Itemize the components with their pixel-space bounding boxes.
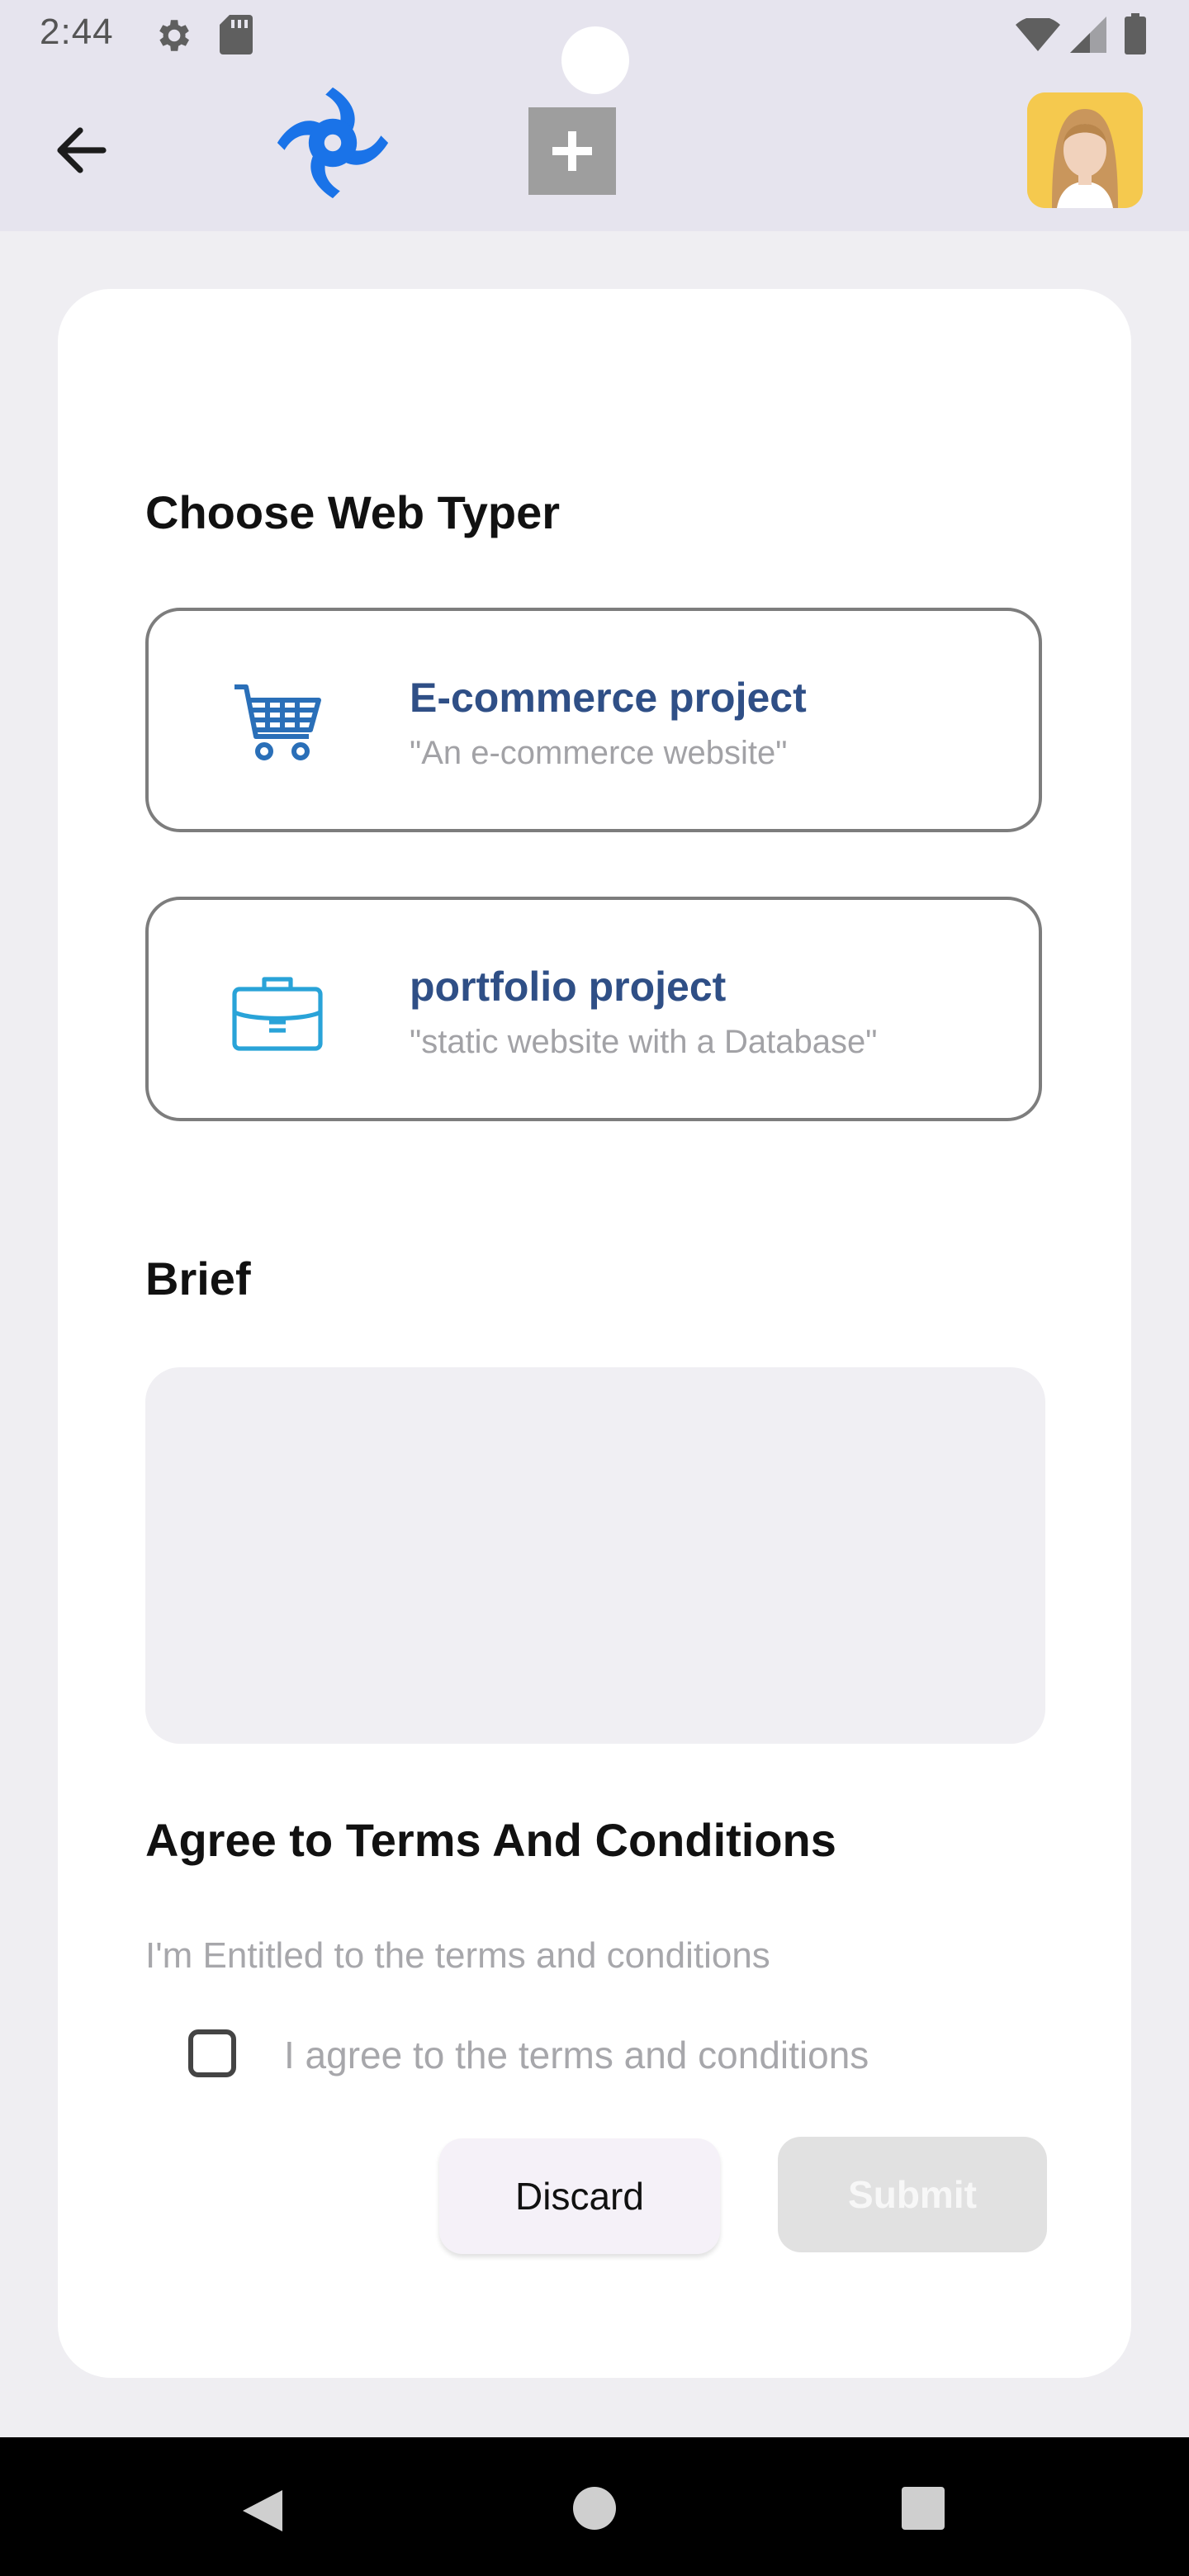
camera-cutout [561, 26, 629, 94]
avatar[interactable] [1027, 92, 1143, 208]
arrow-left-icon [57, 127, 107, 173]
system-nav-bar [0, 2437, 1189, 2576]
back-button[interactable] [46, 116, 116, 185]
status-time: 2:44 [40, 12, 114, 52]
top-header: 2:44 [0, 0, 1189, 231]
option-portfolio-title: portfolio project [410, 964, 727, 1010]
shopping-cart-icon [234, 684, 321, 760]
nav-back-icon[interactable] [239, 2487, 286, 2535]
wifi-icon [1016, 18, 1060, 51]
option-portfolio-subtitle: "static website with a Database" [410, 1024, 878, 1060]
submit-button[interactable]: Submit [778, 2137, 1047, 2252]
terms-checkbox-label[interactable]: I agree to the terms and conditions [284, 2033, 869, 2077]
option-ecommerce-subtitle: "An e-commerce website" [410, 735, 788, 771]
battery-icon [1125, 13, 1146, 54]
discard-button[interactable]: Discard [439, 2138, 720, 2254]
add-button[interactable] [528, 107, 616, 195]
option-portfolio[interactable]: portfolio project "static website with a… [145, 897, 1042, 1121]
option-ecommerce[interactable]: E-commerce project "An e-commerce websit… [145, 608, 1042, 832]
form-card: Choose Web Typer E-commerce project "An … [58, 289, 1131, 2378]
option-ecommerce-title: E-commerce project [410, 675, 807, 721]
user-avatar-image [1027, 92, 1143, 208]
signal-icon [1070, 17, 1106, 53]
brief-textarea[interactable] [145, 1367, 1045, 1744]
terms-title: Agree to Terms And Conditions [145, 1814, 836, 1866]
nav-home-icon[interactable] [573, 2487, 616, 2530]
sd-card-icon [220, 15, 253, 54]
choose-web-type-title: Choose Web Typer [145, 486, 561, 538]
plus-icon [552, 131, 592, 171]
briefcase-icon [232, 977, 323, 1051]
brief-title: Brief [145, 1252, 251, 1305]
terms-checkbox[interactable] [188, 2029, 236, 2077]
terms-hint: I'm Entitled to the terms and conditions [145, 1935, 770, 1976]
nav-recents-icon[interactable] [902, 2487, 945, 2530]
settings-icon [159, 20, 189, 51]
app-logo-icon [277, 87, 389, 199]
